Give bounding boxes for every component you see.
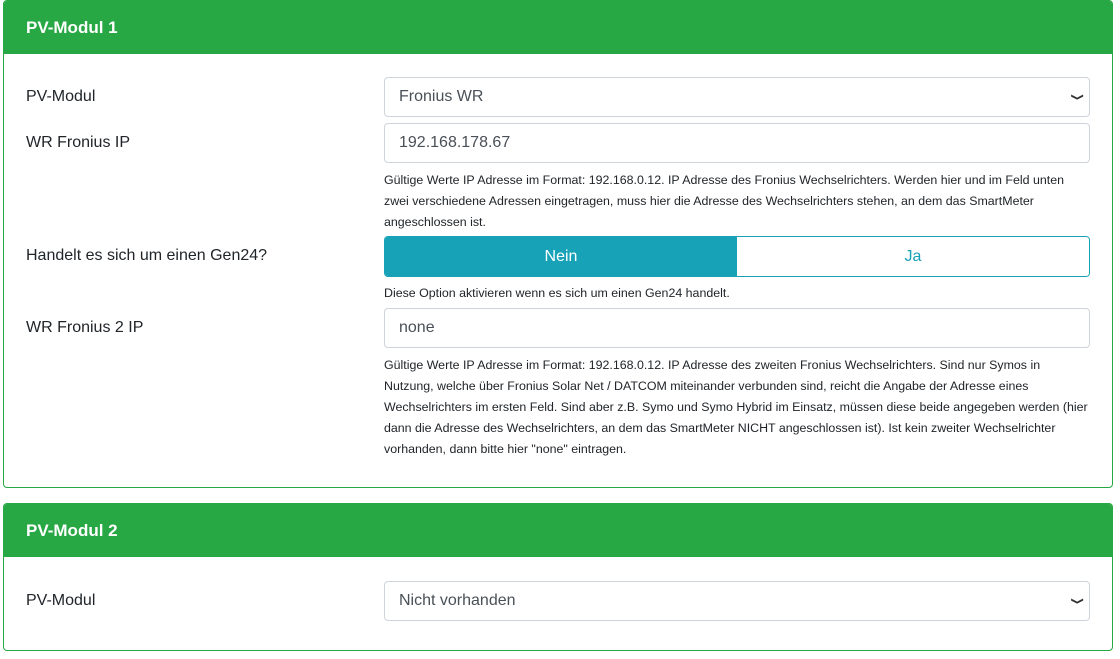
pv-module-label: PV-Modul [26, 88, 96, 105]
ip-label: WR Fronius IP [26, 134, 131, 151]
pv-module-1-card: PV-Modul 1 PV-Modul Fronius WR ❯ WR Froni… [3, 0, 1113, 488]
chevron-down-icon: ❯ [1070, 92, 1085, 102]
pv-module-2-card: PV-Modul 2 PV-Modul Nicht vorhanden ❯ [3, 503, 1113, 651]
gen24-toggle: Nein Ja [384, 236, 1090, 277]
ip2-label: WR Fronius 2 IP [26, 319, 144, 336]
pv-module-select[interactable]: Fronius WR ❯ [384, 77, 1090, 117]
gen24-help: Diese Option aktivieren wenn es sich um … [384, 286, 730, 300]
selected-value: Nicht vorhanden [399, 592, 516, 609]
pv-module-select[interactable]: Nicht vorhanden ❯ [384, 581, 1090, 621]
ip2-input[interactable]: none [384, 308, 1090, 348]
selected-value: Fronius WR [399, 88, 484, 105]
ip2-help: Gültige Werte IP Adresse im Format: 192.… [384, 358, 1088, 456]
gen24-label: Handelt es sich um einen Gen24? [26, 247, 268, 264]
ip-input[interactable]: 192.168.178.67 [384, 123, 1090, 163]
gen24-no-button[interactable]: Nein [385, 237, 737, 276]
pv-module-label: PV-Modul [26, 592, 96, 609]
ip-help: Gültige Werte IP Adresse im Format: 192.… [384, 173, 1064, 229]
card-header: PV-Modul 2 [4, 504, 1112, 557]
card-header: PV-Modul 1 [4, 1, 1112, 54]
chevron-down-icon: ❯ [1070, 596, 1085, 606]
gen24-yes-button[interactable]: Ja [737, 237, 1089, 276]
